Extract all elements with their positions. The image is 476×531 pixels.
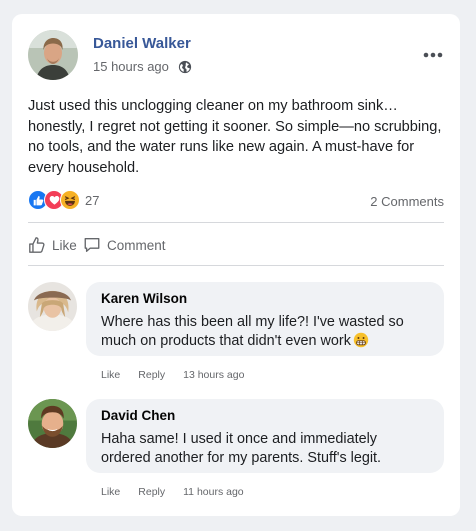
author-name[interactable]: Daniel Walker <box>93 35 191 52</box>
post-card: Daniel Walker 15 hours ago Just used thi… <box>12 14 460 516</box>
comment-text: Haha same! I used it once and immediatel… <box>101 431 382 466</box>
comment-actions: Like Reply 13 hours ago <box>101 369 262 381</box>
reactions-summary[interactable]: 27 <box>28 190 99 210</box>
comment-like-link[interactable]: Like <box>101 369 120 381</box>
globe-icon <box>178 60 192 73</box>
grimacing-face-icon <box>353 332 369 347</box>
comments-count-link[interactable]: 2 Comments <box>370 194 444 209</box>
comment-icon <box>84 238 100 252</box>
comment-like-link[interactable]: Like <box>101 486 120 498</box>
author-avatar[interactable] <box>28 30 78 80</box>
comment-bubble: Karen Wilson Where has this been all my … <box>86 282 444 356</box>
comment-actions: Like Reply 11 hours ago <box>101 486 262 498</box>
commenter-avatar-david[interactable] <box>28 399 77 448</box>
reaction-count: 27 <box>85 192 100 208</box>
comment-reply-link[interactable]: Reply <box>138 486 165 498</box>
comment-text: Where has this been all my life?! I've w… <box>101 313 429 350</box>
post-timestamp[interactable]: 15 hours ago <box>93 59 169 74</box>
comment-button[interactable]: Comment <box>83 236 166 254</box>
commenter-avatar-image <box>28 399 77 448</box>
comment-bubble: David Chen Haha same! I used it once and… <box>86 399 444 473</box>
more-options-button[interactable] <box>420 44 446 66</box>
post-meta: 15 hours ago <box>93 59 192 74</box>
comment-reply-link[interactable]: Reply <box>138 369 165 381</box>
divider-top <box>28 222 444 223</box>
haha-icon <box>60 190 80 210</box>
commenter-avatar-image <box>28 282 77 331</box>
post-text: Just used this unclogging cleaner on my … <box>28 98 442 176</box>
commenter-name[interactable]: Karen Wilson <box>101 291 429 306</box>
commenter-name[interactable]: David Chen <box>101 408 429 423</box>
divider-bottom <box>28 265 444 266</box>
like-button[interactable]: Like <box>28 236 77 254</box>
comment-timestamp[interactable]: 11 hours ago <box>183 486 244 498</box>
author-avatar-image <box>28 30 78 80</box>
comment-button-label: Comment <box>107 237 166 253</box>
commenter-avatar-karen[interactable] <box>28 282 77 331</box>
thumbs-up-icon <box>29 237 45 253</box>
more-options-icon <box>423 52 443 58</box>
like-button-label: Like <box>52 237 77 253</box>
comment-timestamp[interactable]: 13 hours ago <box>183 369 244 381</box>
